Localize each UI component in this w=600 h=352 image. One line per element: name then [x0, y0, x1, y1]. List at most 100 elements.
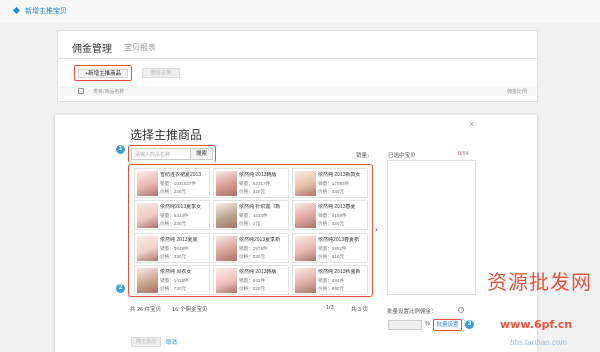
product-sales: 销量：1415件 — [160, 278, 189, 283]
product-title: 依然纯2013夏季女 — [160, 204, 202, 210]
product-price: 价格：330元 — [160, 254, 187, 259]
product-sales: 销量：52317件 — [239, 181, 271, 186]
product-card[interactable]: 依然纯2013夏季新 销量：2975件 价格：330元 — [213, 233, 289, 263]
product-thumbnail — [137, 171, 158, 196]
divider — [58, 58, 537, 59]
product-sales: 销量：8414件 — [160, 213, 189, 218]
product-sales: 销量：2852件 — [318, 246, 347, 251]
product-price: 价格：330元 — [160, 221, 187, 226]
product-title: 依然纯 2013春夏 — [318, 204, 356, 210]
product-title: 依然纯 2013韩版 — [239, 172, 277, 178]
product-thumbnail — [295, 203, 316, 228]
item-total: 共 26 件宝贝 16 个佣金宝贝 — [130, 307, 208, 313]
selected-count-total: /84 — [461, 151, 469, 157]
product-thumbnail — [216, 203, 237, 228]
product-price: 价格：320元 — [239, 286, 266, 291]
product-title: 依然纯2013夏季新 — [239, 237, 281, 243]
search-box: 请输入商品名称 搜索 — [131, 148, 213, 160]
search-input[interactable]: 请输入商品名称 — [135, 151, 170, 158]
product-price: 价格：690元 — [318, 286, 345, 291]
product-thumbnail — [216, 236, 237, 261]
product-thumbnail — [295, 171, 316, 196]
product-price: 价格：320元 — [239, 189, 266, 194]
page-total: 共 3 页 — [351, 307, 369, 313]
product-card[interactable]: 依然纯 2013韩版 销量：52317件 价格：320元 — [213, 168, 289, 198]
column-header-item: 类目/商品名称 — [93, 89, 125, 95]
product-sales: 销量：4514件 — [239, 213, 268, 218]
product-sales: 销量：3848件 — [160, 246, 189, 251]
product-thumbnail — [216, 171, 237, 196]
product-card[interactable]: 依然纯 风衣女 销量：1415件 价格：730元 — [134, 265, 210, 295]
product-card[interactable]: 依然纯 针织露（新 销量：4514件 价格：1元 — [213, 200, 289, 230]
step-2-badge: 2 — [116, 284, 125, 293]
product-thumbnail — [216, 268, 237, 293]
product-thumbnail — [137, 203, 158, 228]
batch-set-button[interactable]: 批量设置 — [433, 319, 462, 331]
page-indicator: 1/3 — [326, 305, 334, 311]
product-sales: 销量：1011627件 — [160, 181, 196, 186]
add-featured-button[interactable]: +新增主推商品 — [78, 69, 128, 78]
product-sales: 销量：4109件 — [318, 213, 347, 218]
step-3-badge: 3 — [465, 320, 474, 329]
breadcrumb-title[interactable]: 新增主推宝贝 — [25, 6, 67, 16]
selected-items-title: 已选中宝贝 — [388, 153, 416, 159]
sort-by-sales[interactable]: 销量↓ — [356, 151, 370, 159]
product-title: 依然纯 针织露（新 — [239, 204, 281, 210]
add-featured-highlight: +新增主推商品 — [74, 65, 132, 81]
product-card[interactable]: 依然纯 2013春夏 销量：4109件 价格：320元 — [292, 200, 368, 230]
watermark-text: 资源批发网 — [487, 270, 592, 294]
product-thumbnail — [295, 268, 316, 293]
product-price: 价格：330元 — [318, 189, 345, 194]
product-card[interactable]: 依然纯 2013秋装新 销量：234件 价格：690元 — [292, 265, 368, 295]
selected-items-panel — [387, 160, 476, 295]
product-card[interactable]: 依然纯 2013新款女 销量：17093件 价格：330元 — [292, 168, 368, 198]
product-title: 依然纯2013春夏新 — [318, 237, 360, 243]
tab-commission[interactable]: 佣金管理 — [72, 40, 112, 55]
product-card[interactable]: 依然纯 2013韩版 销量：942件 价格：320元 — [213, 265, 289, 295]
product-price: 价格：730元 — [160, 286, 187, 291]
product-title: 依然纯 2013韩版 — [239, 269, 277, 275]
product-title: 依然纯 2013秋装新 — [318, 269, 361, 275]
selected-count: 0/84 — [458, 151, 469, 157]
product-price: 价格：330元 — [239, 254, 266, 259]
table-header: 类目/商品名称 佣金比例 — [58, 86, 537, 96]
product-sales: 销量：234件 — [318, 278, 345, 283]
batch-rate-input[interactable] — [388, 320, 422, 330]
batch-rate-label: 批量设置比例佣金： — [387, 309, 437, 315]
top-bar: 新增主推宝贝 — [0, 0, 600, 22]
product-price: 价格：1元 — [239, 221, 260, 226]
product-title: 依然纯 2013新款女 — [318, 172, 361, 178]
product-title: 雪纺连衣裙夏2013 — [160, 172, 202, 178]
product-sales: 销量：17093件 — [318, 181, 350, 186]
product-sales: 销量：942件 — [239, 278, 266, 283]
modal-title: 选择主推商品 — [130, 128, 203, 142]
product-title: 依然纯 2013夏装 — [160, 237, 198, 243]
select-all-checkbox[interactable] — [78, 88, 84, 94]
confirm-add-button[interactable]: 确定添加 — [131, 337, 161, 347]
product-price: 价格：330元 — [160, 189, 187, 194]
product-card[interactable]: 依然纯2013春夏新 销量：2852件 价格：310元 — [292, 233, 368, 263]
watermark-url: www.6pf.cn — [500, 318, 573, 331]
search-button[interactable]: 搜索 — [190, 148, 213, 160]
product-thumbnail — [295, 236, 316, 261]
product-price: 价格：320元 — [318, 221, 345, 226]
product-card[interactable]: 依然纯2013夏季女 销量：8414件 价格：330元 — [134, 200, 210, 230]
close-icon[interactable]: × — [469, 119, 474, 129]
product-thumbnail — [137, 236, 158, 261]
product-sales: 销量：2975件 — [239, 246, 268, 251]
percent-sign: % — [425, 321, 430, 327]
product-card[interactable]: 依然纯 2013夏装 销量：3848件 价格：330元 — [134, 233, 210, 263]
cancel-link[interactable]: 取消 — [166, 338, 177, 346]
watermark-domain: bbs.taobao.com — [510, 338, 567, 347]
delete-featured-button[interactable]: 删除主推 — [142, 68, 180, 78]
add-arrow-icon[interactable]: › — [375, 225, 378, 234]
product-card[interactable]: 雪纺连衣裙夏2013 销量：1011627件 价格：330元 — [134, 168, 210, 198]
column-header-rate: 佣金比例 — [506, 89, 527, 95]
step-1-badge: 1 — [116, 145, 125, 154]
product-price: 价格：310元 — [318, 254, 345, 259]
diamond-icon — [12, 6, 21, 15]
tab-item-report[interactable]: 宝贝报表 — [124, 42, 156, 53]
product-title: 依然纯 风衣女 — [160, 269, 192, 275]
product-thumbnail — [137, 268, 158, 293]
help-icon[interactable]: ? — [458, 307, 464, 313]
